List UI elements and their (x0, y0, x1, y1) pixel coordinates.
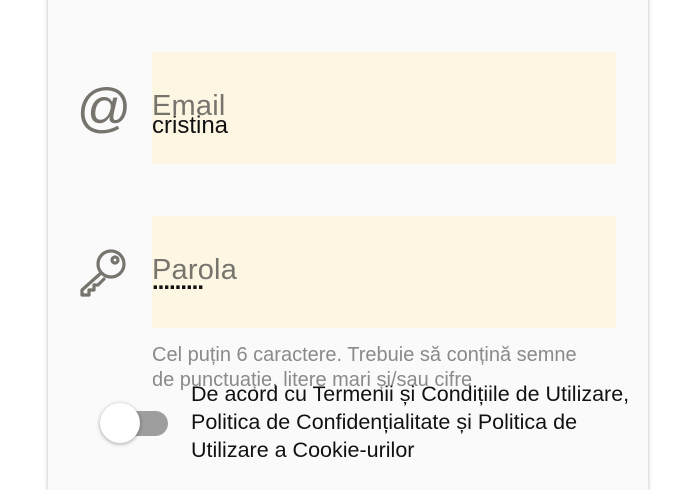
svg-text:@: @ (78, 82, 130, 134)
email-field[interactable]: Email cristina (152, 52, 616, 164)
key-icon (78, 246, 130, 303)
terms-consent-text[interactable]: De acord cu Termenii și Condițiile de Ut… (191, 380, 631, 464)
terms-toggle[interactable] (100, 402, 170, 443)
at-sign-icon: @ (77, 78, 132, 139)
toggle-knob (100, 403, 140, 443)
password-input[interactable]: ......... (152, 268, 204, 296)
password-field[interactable]: Parola ......... (152, 216, 616, 328)
email-input[interactable]: cristina (152, 112, 228, 140)
